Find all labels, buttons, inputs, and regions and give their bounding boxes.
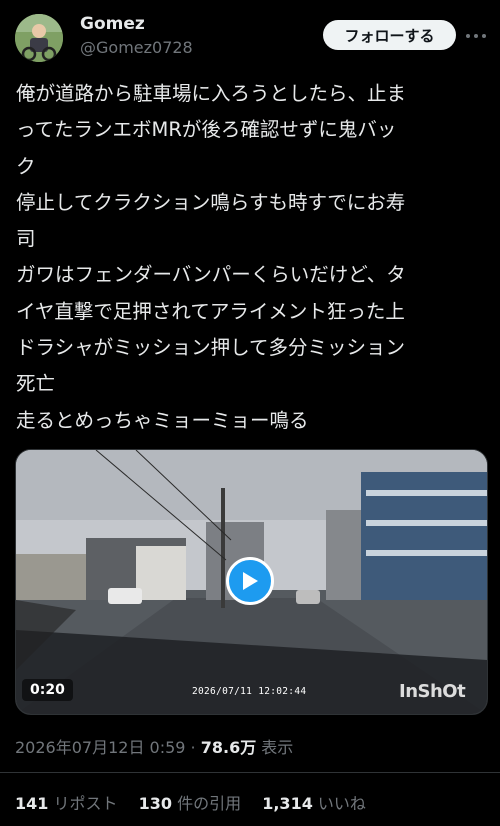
reposts-label: リポスト — [53, 794, 118, 813]
tweet-header: Gomez @Gomez0728 フォローする — [0, 0, 500, 66]
quotes-stat[interactable]: 130 件の引用 — [139, 794, 242, 813]
tweet-line: ドラシャがミッション押して多分ミッション — [16, 336, 406, 360]
tweet-line: ガワはフェンダーバンパーくらいだけど、タ — [16, 263, 406, 287]
views-label: 表示 — [256, 738, 294, 757]
tweet-line: ク — [16, 154, 36, 178]
tweet-line: 走るとめっちゃミョーミョー鳴る — [16, 408, 309, 432]
tweet-line: 司 — [16, 227, 36, 251]
likes-stat[interactable]: 1,314 いいね — [262, 794, 366, 813]
handle[interactable]: @Gomez0728 — [80, 38, 193, 57]
engagement-stats: 141 リポスト 130 件の引用 1,314 いいね — [15, 790, 382, 814]
play-button[interactable] — [226, 557, 274, 605]
meta-separator: · — [185, 738, 201, 757]
more-icon[interactable] — [463, 22, 489, 48]
avatar[interactable] — [15, 14, 63, 62]
likes-label: いいね — [317, 794, 366, 813]
reposts-count: 141 — [15, 794, 49, 813]
quotes-label: 件の引用 — [177, 794, 242, 813]
divider — [0, 772, 500, 773]
display-name[interactable]: Gomez — [80, 14, 145, 34]
reposts-stat[interactable]: 141 リポスト — [15, 794, 118, 813]
tweet-line: 停止してクラクション鳴らすも時すでにお寿 — [16, 190, 406, 214]
likes-count: 1,314 — [262, 794, 313, 813]
dashcam-timestamp: 2026/07/11 12:02:44 — [192, 686, 307, 697]
post-timestamp[interactable]: 2026年07月12日 0:59 — [15, 738, 185, 757]
tweet-line: 死亡 — [16, 372, 56, 396]
app-watermark: InShOt — [399, 681, 466, 702]
views-count: 78.6万 — [200, 738, 257, 757]
tweet-text: 俺が道路から駐車場に入ろうとしたら、止ま ってたランエボMRが後ろ確認せずに鬼バ… — [16, 76, 486, 439]
tweet-line: 俺が道路から駐車場に入ろうとしたら、止ま — [16, 82, 407, 105]
video-duration: 0:20 — [22, 679, 73, 701]
tweet-line: ってたランエボMRが後ろ確認せずに鬼バッ — [16, 118, 397, 142]
follow-button[interactable]: フォローする — [323, 20, 456, 50]
play-icon — [243, 572, 258, 590]
quotes-count: 130 — [138, 794, 173, 813]
tweet-line: イヤ直撃で足押されてアライメント狂った上 — [16, 299, 405, 323]
tweet-meta: 2026年07月12日 0:59 · 78.6万 表示 — [15, 734, 293, 758]
